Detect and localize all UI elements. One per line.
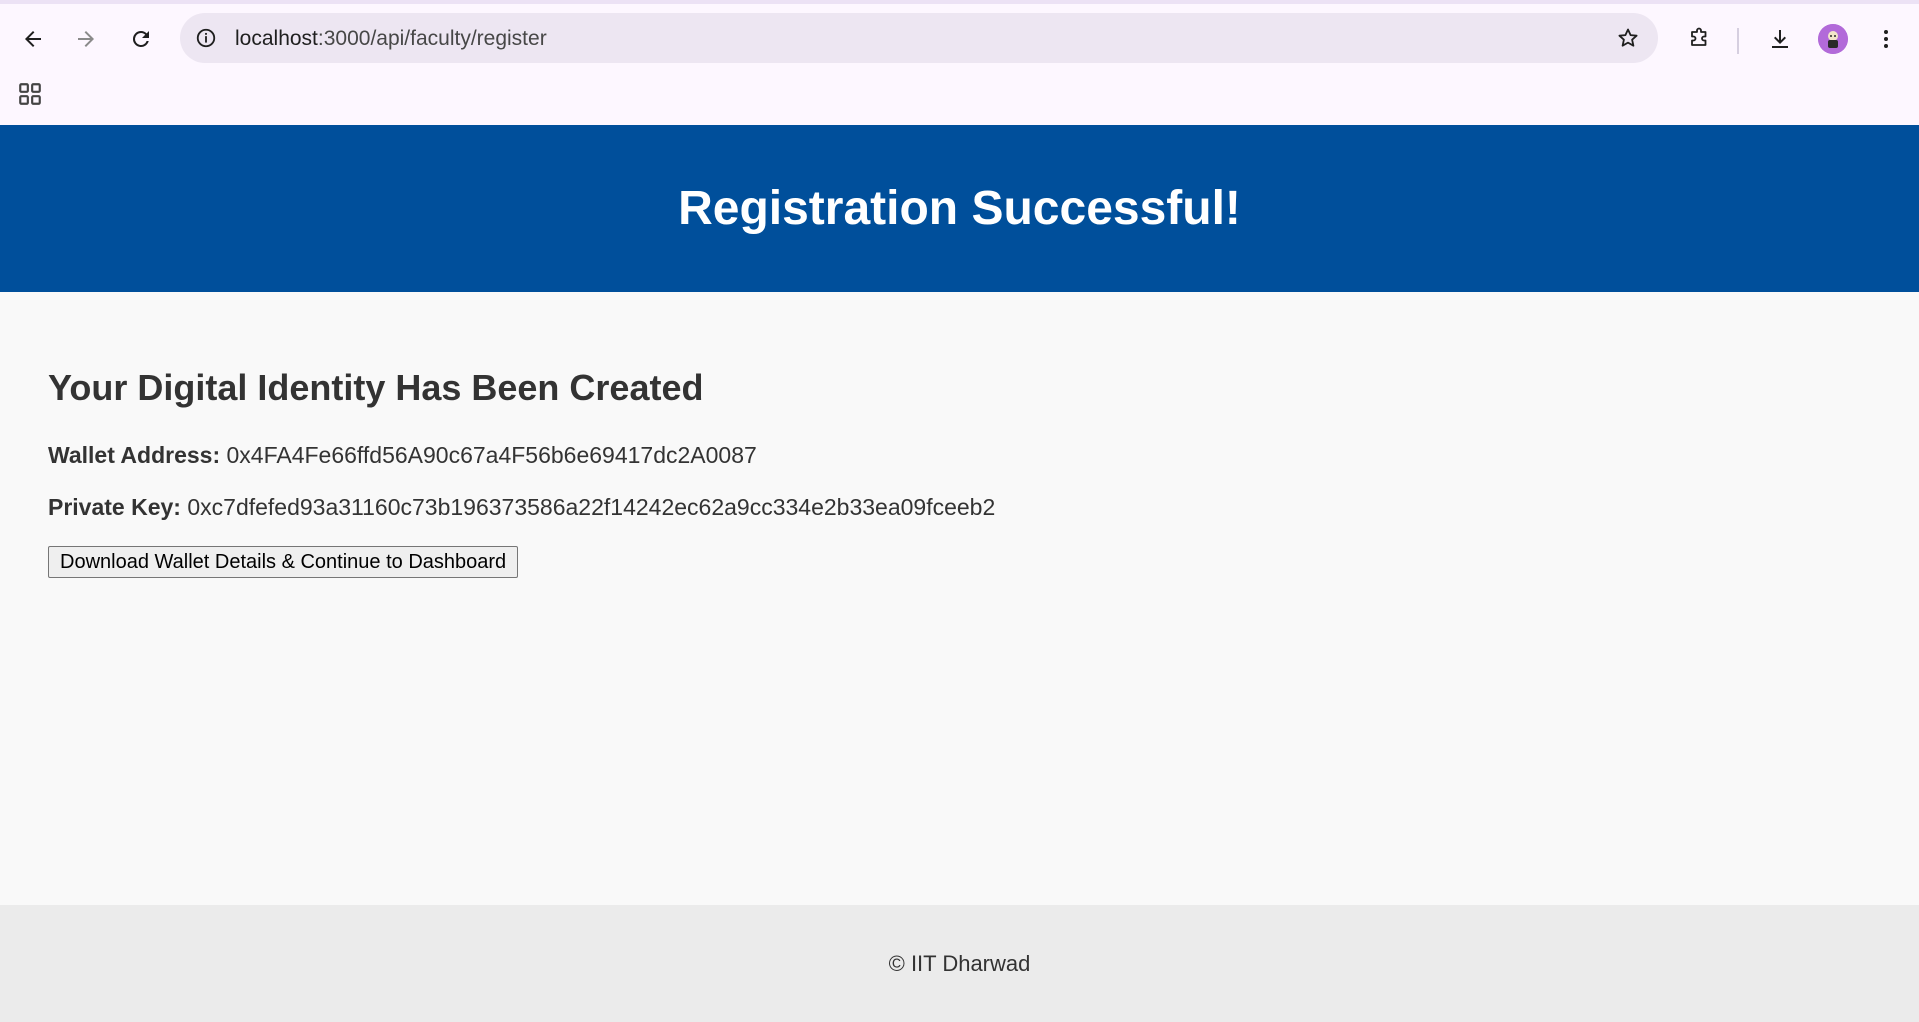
apps-grid-icon[interactable]: [17, 81, 43, 107]
private-key-value: 0xc7dfefed93a31160c73b196373586a22f14242…: [187, 494, 996, 520]
browser-menu-button[interactable]: [1866, 19, 1906, 59]
private-key-label: Private Key:: [48, 494, 181, 520]
url-text[interactable]: localhost:3000/api/faculty/register: [235, 27, 547, 51]
bookmark-star-button[interactable]: [1616, 26, 1640, 50]
download-icon: [1772, 30, 1788, 48]
bookmark-star-icon: [1618, 28, 1638, 47]
site-info-icon: [196, 28, 216, 48]
forward-icon: [78, 31, 94, 47]
wallet-address-label: Wallet Address:: [48, 442, 221, 468]
downloads-button[interactable]: [1760, 19, 1800, 59]
page-footer: © IIT Dharwad: [0, 905, 1919, 1022]
bookmarks-bar: [0, 76, 1919, 116]
tab-strip: [0, 0, 1919, 4]
page-header: Registration Successful!: [0, 125, 1919, 292]
toolbar-separator: [1737, 28, 1739, 54]
footer-copyright: © IIT Dharwad: [888, 950, 1031, 976]
site-info-button[interactable]: [194, 26, 218, 50]
menu-icon: [1884, 30, 1888, 48]
forward-button[interactable]: [66, 19, 106, 59]
profile-avatar[interactable]: [1818, 24, 1848, 54]
reload-icon: [132, 30, 149, 47]
extensions-icon: [1691, 27, 1707, 46]
back-button[interactable]: [13, 19, 53, 59]
private-key-row: Private Key: 0xc7dfefed93a31160c73b19637…: [48, 494, 995, 521]
reload-button[interactable]: [121, 19, 161, 59]
back-icon: [25, 31, 41, 47]
section-heading: Your Digital Identity Has Been Created: [48, 367, 704, 408]
download-continue-button[interactable]: Download Wallet Details & Continue to Da…: [48, 546, 519, 578]
wallet-address-row: Wallet Address: 0x4FA4Fe66ffd56A90c67a4F…: [48, 442, 757, 469]
wallet-address-value: 0x4FA4Fe66ffd56A90c67a4F56b6e69417dc2A00…: [226, 442, 757, 468]
avatar-icon: [1818, 24, 1848, 54]
browser-chrome: localhost:3000/api/faculty/register: [0, 0, 1919, 125]
extensions-button[interactable]: [1679, 19, 1719, 59]
url-host: localhost: [235, 27, 318, 50]
address-bar[interactable]: localhost:3000/api/faculty/register: [180, 13, 1658, 63]
browser-toolbar: localhost:3000/api/faculty/register: [0, 6, 1919, 70]
page-title: Registration Successful!: [678, 182, 1241, 235]
url-path: :3000/api/faculty/register: [317, 27, 547, 50]
